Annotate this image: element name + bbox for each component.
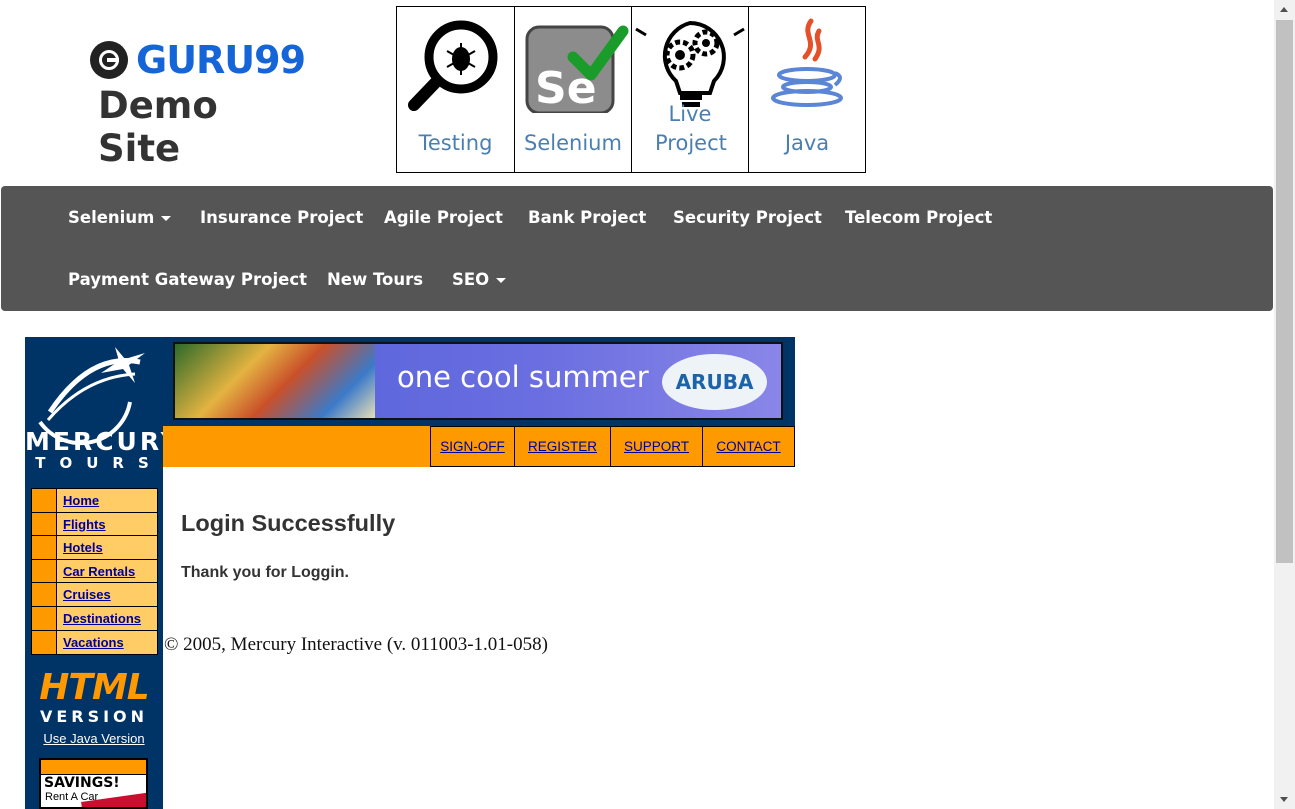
topic-live-project[interactable]: Live Project [631, 7, 748, 172]
topic-label: Testing [418, 131, 493, 155]
scroll-up-icon[interactable] [1280, 7, 1288, 12]
topic-testing[interactable]: Testing [397, 7, 514, 172]
side-menu: Home Flights Hotels Car Rentals Cruises … [31, 488, 158, 656]
register-link[interactable]: REGISTER [515, 426, 611, 467]
destinations-link[interactable]: Destinations [57, 607, 141, 630]
vertical-scrollbar[interactable] [1274, 0, 1295, 809]
guru99-logo-icon [90, 41, 128, 79]
site-logo[interactable]: GURU99 Demo Site [90, 38, 310, 170]
menu-item: Cruises [32, 583, 157, 607]
support-link[interactable]: SUPPORT [611, 426, 703, 467]
menu-bullet [32, 583, 57, 606]
menu-item: Home [32, 489, 157, 513]
selenium-logo-icon: Se [525, 25, 629, 113]
mercury-tours-wordmark: MERCURY TOURS [25, 427, 182, 472]
ad-strip [41, 760, 146, 775]
menu-item: Hotels [32, 536, 157, 560]
nav-security-project[interactable]: Security Project [673, 208, 822, 227]
nav-label: Selenium [68, 208, 155, 227]
topic-label: Live Project [655, 102, 727, 155]
menu-bullet [32, 512, 57, 536]
wordmark-bottom: TOURS [35, 454, 163, 472]
top-links: SIGN-OFF REGISTER SUPPORT CONTACT [430, 426, 795, 467]
nav-label: SEO [452, 270, 490, 289]
scroll-down-icon[interactable] [1280, 797, 1288, 802]
topic-links: Testing Se Selenium Live Project Java [396, 6, 866, 173]
nav-payment-gateway-project[interactable]: Payment Gateway Project [68, 270, 307, 289]
main-navbar: Selenium Insurance Project Agile Project… [1, 186, 1273, 311]
home-link[interactable]: Home [57, 489, 99, 512]
copyright-text: © 2005, Mercury Interactive (v. 011003-1… [164, 634, 548, 655]
wordmark-top: MERCURY [25, 427, 182, 456]
caret-down-icon [161, 216, 172, 221]
html-label: HTML [39, 667, 149, 708]
nav-seo[interactable]: SEO [452, 270, 507, 289]
banner-text: one cool summer [397, 360, 649, 394]
vacations-link[interactable]: Vacations [57, 631, 124, 655]
java-cup-icon [771, 18, 843, 107]
nav-bank-project[interactable]: Bank Project [528, 208, 646, 227]
brand-name: GURU99 [136, 38, 306, 82]
lightbulb-gears-icon [635, 20, 745, 107]
contact-link[interactable]: CONTACT [703, 426, 795, 467]
site-subtitle: Demo Site [98, 84, 218, 170]
topic-label: Selenium [524, 131, 622, 155]
nav-new-tours[interactable]: New Tours [327, 270, 423, 289]
menu-bullet [32, 559, 57, 583]
aruba-banner-ad[interactable]: one cool summer ARUBA [173, 342, 783, 420]
use-java-version-link[interactable]: Use Java Version [25, 731, 163, 746]
topic-java[interactable]: Java [748, 7, 865, 172]
menu-item: Vacations [32, 630, 157, 655]
menu-bullet [32, 630, 57, 655]
aruba-badge: ARUBA [662, 354, 767, 410]
html-version-logo: HTML VERSION [25, 668, 163, 726]
car-rentals-link[interactable]: Car Rentals [57, 560, 135, 583]
menu-bullet [32, 489, 57, 512]
nav-telecom-project[interactable]: Telecom Project [845, 208, 992, 227]
menu-item: Car Rentals [32, 559, 157, 584]
menu-item: Flights [32, 512, 157, 537]
rent-a-car-ad[interactable]: SAVINGS! Rent A Car [39, 758, 148, 809]
cruises-link[interactable]: Cruises [57, 583, 111, 606]
menu-bullet [32, 536, 57, 559]
nav-insurance-project[interactable]: Insurance Project [200, 208, 363, 227]
banner-photo [175, 344, 375, 418]
thank-you-message: Thank you for Loggin. [181, 564, 349, 581]
magnifier-bug-icon [408, 20, 498, 111]
scroll-thumb[interactable] [1276, 20, 1293, 563]
caret-down-icon [496, 278, 507, 283]
sign-off-link[interactable]: SIGN-OFF [431, 426, 515, 467]
login-success-title: Login Successfully [181, 510, 396, 536]
nav-agile-project[interactable]: Agile Project [384, 208, 503, 227]
nav-selenium[interactable]: Selenium [68, 208, 172, 227]
flights-link[interactable]: Flights [57, 513, 106, 536]
menu-bullet [32, 606, 57, 630]
hotels-link[interactable]: Hotels [57, 536, 103, 559]
topic-selenium[interactable]: Se Selenium [514, 7, 631, 172]
menu-item: Destinations [32, 606, 157, 631]
topic-label: Java [784, 131, 830, 155]
version-label: VERSION [39, 707, 149, 726]
ad-title: SAVINGS! [44, 775, 120, 791]
